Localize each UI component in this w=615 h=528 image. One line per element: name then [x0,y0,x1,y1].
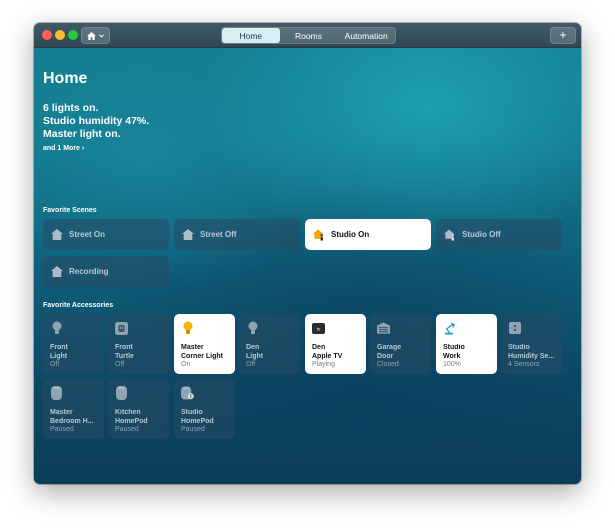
minimize-button[interactable] [55,30,65,40]
page-title: Home [43,70,88,87]
accessory-name: Studio HomePod [181,409,214,425]
accessory-studio-humidity-sensor[interactable]: Studio Humidity Se... 4 Sensors [501,314,562,374]
scene-street-off[interactable]: Street Off [174,219,300,250]
scene-label: Recording [69,267,109,276]
accessory-front-light[interactable]: Front Light Off [43,314,104,374]
bulb-icon [246,321,259,335]
house-icon [51,229,63,241]
accessory-name: Studio Work [443,344,465,360]
scene-label: Studio Off [462,230,501,239]
close-button[interactable] [42,30,52,40]
summary-line: Studio humidity 47%. [43,115,150,127]
garage-icon [377,321,390,335]
accessory-status: 100% [443,361,461,368]
accessory-name: Den Light [246,344,264,360]
accessory-status: Off [115,361,125,368]
tab-home[interactable]: Home [222,28,280,43]
accessory-studio-work[interactable]: Studio Work 100% [436,314,497,374]
more-link[interactable]: and 1 More › [43,145,84,152]
accessory-status: Paused [50,426,74,433]
accessory-status: Off [50,361,60,368]
accessory-name: Front Turtle [115,344,134,360]
tab-automation[interactable]: Automation [337,28,395,43]
accessory-name: Front Light [50,344,68,360]
accessory-status: On [181,361,191,368]
accessory-studio-homepod[interactable]: Studio HomePod Paused [174,379,235,439]
home-window: Home Rooms Automation + Home 6 lights on… [34,23,581,484]
summary-line: 6 lights on. [43,102,99,114]
home-menu-button[interactable] [81,27,110,44]
house-icon [182,229,194,241]
appletv-icon: tv [312,321,325,335]
scene-label: Street Off [200,230,237,239]
house-person-icon [313,228,325,241]
accessory-status: Off [246,361,256,368]
accessory-status: Playing [312,361,335,368]
tab-rooms[interactable]: Rooms [280,28,338,43]
homepod-alert-icon [181,386,194,400]
add-button[interactable]: + [550,27,576,44]
accessory-den-apple-tv[interactable]: tv Den Apple TV Playing [305,314,366,374]
accessory-name: Kitchen HomePod [115,409,148,425]
accessory-master-corner-light[interactable]: Master Corner Light On [174,314,235,374]
sensor-icon [508,321,521,335]
scene-label: Street On [69,230,106,239]
scene-studio-off[interactable]: Studio Off [436,219,562,250]
accessory-name: Garage Door [377,344,402,360]
accessory-status: 4 Sensors [508,361,540,368]
accessory-name: Den Apple TV [312,344,343,360]
titlebar: Home Rooms Automation + [34,23,581,48]
scene-street-on[interactable]: Street On [43,219,169,250]
scene-label: Studio On [331,230,370,239]
scene-recording[interactable]: Recording [43,256,169,287]
home-summary: 6 lights on. Studio humidity 47%. Master… [43,102,149,141]
scene-studio-on[interactable]: Studio On [305,219,431,250]
homepod-icon [115,386,128,400]
zoom-button[interactable] [68,30,78,40]
outlet-icon [115,321,128,335]
accessory-kitchen-homepod[interactable]: Kitchen HomePod Paused [108,379,169,439]
accessory-status: Closed [377,361,399,368]
accessory-name: Master Bedroom H... [50,409,94,425]
accessory-garage-door[interactable]: Garage Door Closed [370,314,431,374]
house-icon [51,266,63,278]
accessory-status: Paused [115,426,139,433]
accessory-status: Paused [181,426,205,433]
summary-line: Master light on. [43,128,121,140]
accessory-name: Studio Humidity Se... [508,344,555,360]
chevron-down-icon [99,33,104,37]
bulb-icon [50,321,63,335]
house-person-icon [444,228,456,241]
homepod-icon [50,386,63,400]
accessory-front-turtle[interactable]: Front Turtle Off [108,314,169,374]
bulb-icon [181,321,194,335]
accessory-name: Master Corner Light [181,344,223,360]
favorite-scenes-label: Favorite Scenes [43,207,97,214]
view-tabs: Home Rooms Automation [221,27,396,44]
accessory-master-bedroom-homepod[interactable]: Master Bedroom H... Paused [43,379,104,439]
house-icon [87,31,96,40]
accessory-den-light[interactable]: Den Light Off [239,314,300,374]
favorite-accessories-label: Favorite Accessories [43,302,114,309]
desk-lamp-icon [443,321,456,335]
